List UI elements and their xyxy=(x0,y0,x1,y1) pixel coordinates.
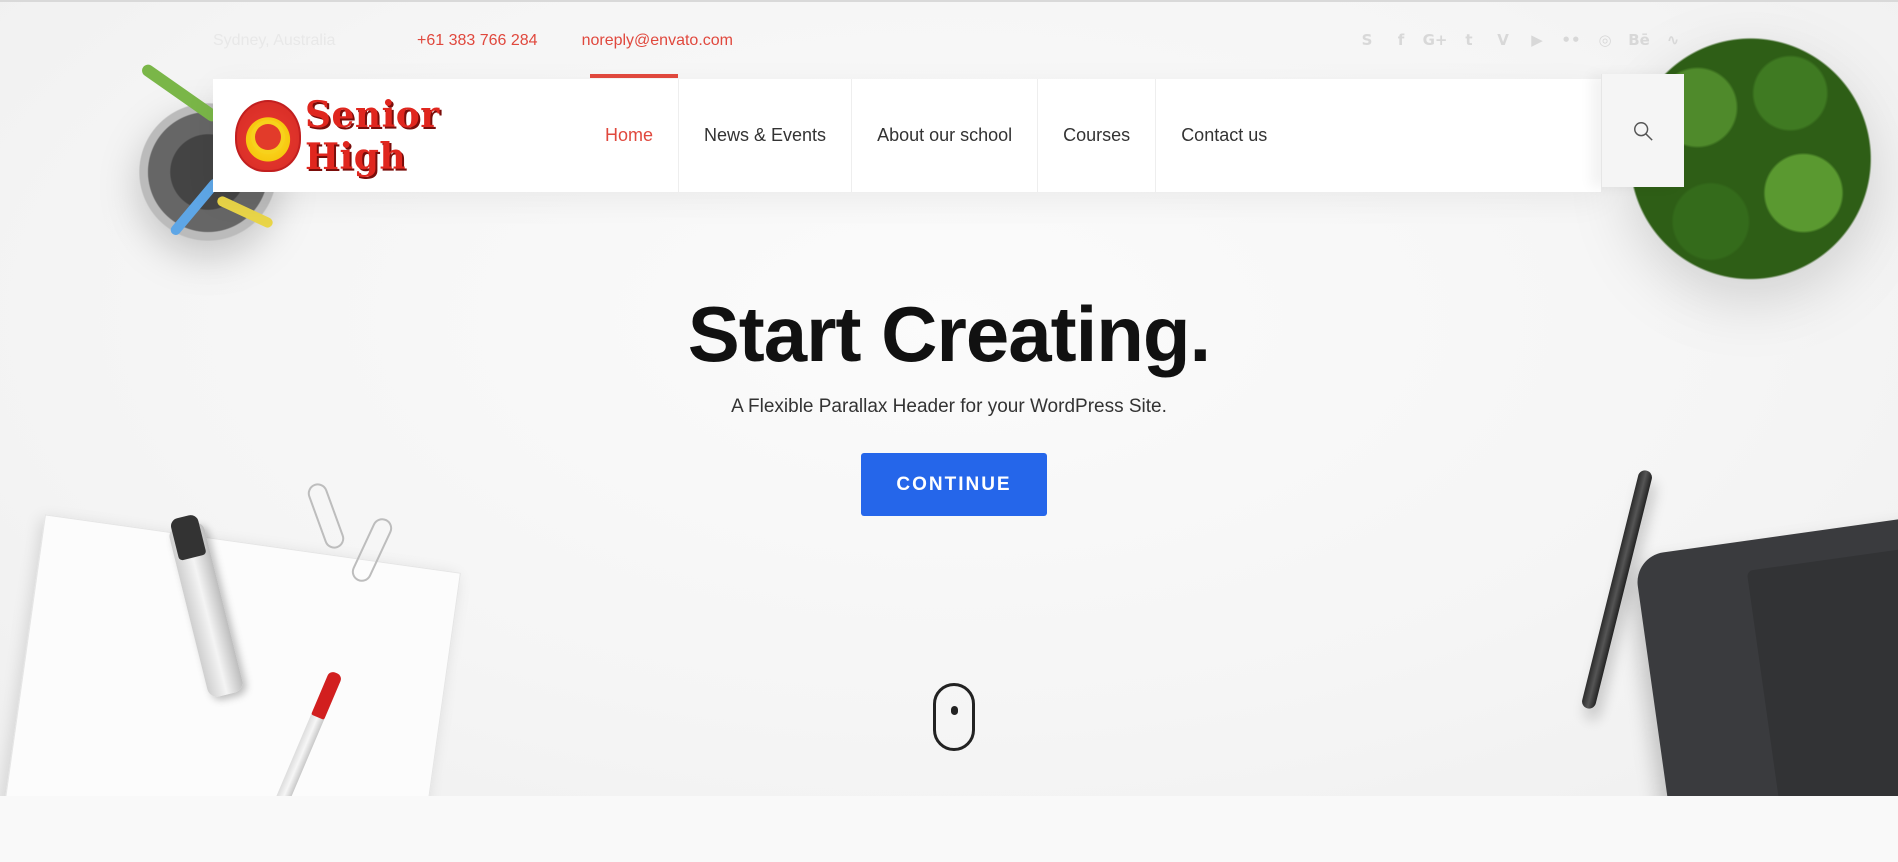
nav-item-about[interactable]: About our school xyxy=(852,79,1039,192)
logo-wordmark: Senior High xyxy=(305,94,440,178)
email-link[interactable]: noreply@envato.com xyxy=(582,32,733,50)
nav-item-news-events[interactable]: News & Events xyxy=(679,79,853,192)
scroll-down-mouse-icon[interactable] xyxy=(933,683,975,751)
vimeo-icon[interactable]: V xyxy=(1491,30,1515,50)
instagram-icon[interactable]: ◎ xyxy=(1593,30,1617,50)
phone-link[interactable]: +61 383 766 284 xyxy=(417,32,538,50)
twitter-icon[interactable]: t xyxy=(1457,30,1481,50)
continue-button[interactable]: CONTINUE xyxy=(861,453,1047,516)
nav-menu: Home News & Events About our school Cour… xyxy=(580,74,1292,192)
search-icon xyxy=(1634,121,1653,141)
content-area xyxy=(0,796,1898,862)
hero-subtitle: A Flexible Parallax Header for your Word… xyxy=(731,396,1167,417)
paperclip-decoration xyxy=(304,480,348,552)
site-logo[interactable]: Senior High xyxy=(235,94,535,178)
youtube-icon[interactable]: ▶ xyxy=(1525,30,1549,50)
nav-item-home[interactable]: Home xyxy=(580,74,680,192)
google-plus-icon[interactable]: G+ xyxy=(1423,30,1448,50)
drawing-tablet-decoration xyxy=(1633,510,1898,796)
search-button[interactable] xyxy=(1601,74,1684,187)
nav-item-courses[interactable]: Courses xyxy=(1038,79,1157,192)
flickr-icon[interactable]: •• xyxy=(1559,30,1583,50)
school-seal-icon xyxy=(235,100,301,172)
rss-icon[interactable]: ∿ xyxy=(1661,30,1685,50)
mouse-wheel-icon xyxy=(951,706,958,715)
main-navbar: Senior High Home News & Events About our… xyxy=(213,74,1601,192)
address-text: Sydney, Australia xyxy=(213,32,336,49)
hero-section: Sydney, Australia +61 383 766 284 norepl… xyxy=(0,0,1898,796)
behance-icon[interactable]: Bē xyxy=(1627,30,1651,50)
hero-title: Start Creating. xyxy=(687,290,1211,378)
nav-item-contact[interactable]: Contact us xyxy=(1156,79,1292,192)
facebook-icon[interactable]: f xyxy=(1389,30,1413,50)
skype-icon[interactable]: S xyxy=(1355,30,1379,50)
social-links: S f G+ t V ▶ •• ◎ Bē ∿ xyxy=(1355,30,1685,50)
top-info-bar: Sydney, Australia +61 383 766 284 norepl… xyxy=(213,30,733,52)
